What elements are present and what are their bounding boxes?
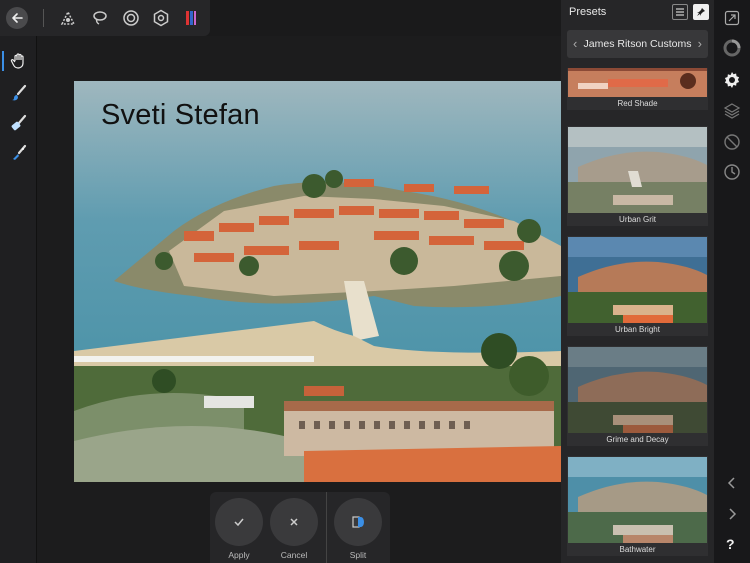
preset-category-selector[interactable]: ‹ James Ritson Customs › xyxy=(567,30,708,58)
clone-brush-icon[interactable] xyxy=(8,142,30,164)
preset-item[interactable]: Bathwater xyxy=(567,456,708,556)
split-view-icon xyxy=(334,498,382,546)
action-divider xyxy=(326,492,327,563)
eraser-brush-icon[interactable] xyxy=(8,112,30,134)
apply-button[interactable]: Apply xyxy=(215,498,263,560)
cancel-label: Cancel xyxy=(280,550,308,560)
preset-item[interactable]: Urban Grit xyxy=(567,126,708,226)
toolbar-divider xyxy=(43,9,44,27)
presets-panel: Presets ‹ James Ritson Customs › Red Sha… xyxy=(561,0,714,563)
sveti-stefan-photo xyxy=(74,81,561,482)
lut-icon[interactable] xyxy=(181,8,201,28)
preset-list[interactable]: Red Shade Urban Grit Urban Bright Grime … xyxy=(567,68,708,563)
lasso-icon[interactable] xyxy=(90,8,110,28)
layers-icon[interactable] xyxy=(722,101,742,121)
paint-brush-icon[interactable] xyxy=(8,82,30,104)
preset-category-name: James Ritson Customs xyxy=(583,38,692,50)
left-tool-rail xyxy=(0,36,37,563)
preset-item[interactable]: Red Shade xyxy=(567,68,708,110)
preset-label: Urban Grit xyxy=(619,215,656,224)
preset-thumbnail xyxy=(568,127,707,213)
spiral-icon[interactable] xyxy=(121,8,141,28)
hand-icon[interactable] xyxy=(2,50,30,72)
action-panel: Apply Cancel Split xyxy=(210,492,390,563)
fullscreen-icon[interactable] xyxy=(722,8,742,28)
photo-title-text: Sveti Stefan xyxy=(101,99,260,131)
preset-label: Grime and Decay xyxy=(606,435,669,444)
checkmark-icon xyxy=(215,498,263,546)
gear-icon[interactable] xyxy=(722,70,742,90)
apply-label: Apply xyxy=(228,550,250,560)
help-icon[interactable]: ? xyxy=(726,536,735,552)
preset-thumbnail xyxy=(568,347,707,433)
gear-hex-icon[interactable] xyxy=(151,8,171,28)
cancel-button[interactable]: Cancel xyxy=(270,498,318,560)
chevron-right-icon[interactable]: › xyxy=(698,37,702,50)
split-button[interactable]: Split xyxy=(334,498,382,560)
chevron-right-icon[interactable] xyxy=(722,504,742,524)
selection-brush-icon[interactable] xyxy=(58,8,78,28)
back-arrow-icon[interactable] xyxy=(6,7,28,29)
studio-rail: ? xyxy=(714,0,750,563)
preset-item[interactable]: Grime and Decay xyxy=(567,346,708,446)
presets-header: Presets xyxy=(561,0,714,24)
top-toolbar xyxy=(0,0,210,36)
color-wheel-icon[interactable] xyxy=(722,38,742,58)
photo-canvas[interactable]: Sveti Stefan xyxy=(74,81,561,482)
close-icon xyxy=(270,498,318,546)
list-view-icon[interactable] xyxy=(672,4,688,20)
preset-thumbnail xyxy=(568,237,707,323)
preset-label: Bathwater xyxy=(619,545,656,554)
split-label: Split xyxy=(349,550,367,560)
preset-label: Red Shade xyxy=(617,99,658,108)
history-clock-icon[interactable] xyxy=(722,162,742,182)
pin-icon[interactable] xyxy=(693,4,709,20)
preset-label: Urban Bright xyxy=(615,325,660,334)
no-entry-icon[interactable] xyxy=(722,132,742,152)
presets-title: Presets xyxy=(569,6,607,18)
preset-thumbnail xyxy=(568,68,707,97)
chevron-left-icon[interactable] xyxy=(722,473,742,493)
preset-item[interactable]: Urban Bright xyxy=(567,236,708,336)
preset-thumbnail xyxy=(568,457,707,543)
